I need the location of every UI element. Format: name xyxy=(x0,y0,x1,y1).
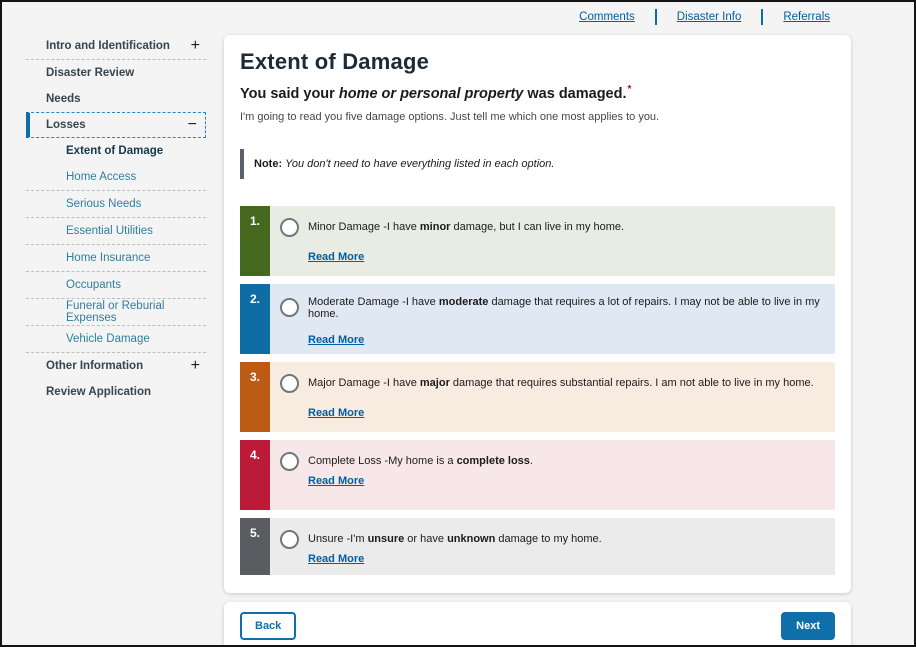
sidebar-item-label: Home Insurance xyxy=(66,252,150,264)
damage-option-row-1: 1. Minor Damage -I have minor damage, bu… xyxy=(240,206,835,276)
sidebar-item-other-information[interactable]: Other Information + xyxy=(26,353,206,379)
back-button[interactable]: Back xyxy=(240,612,296,640)
expand-collapse-icon[interactable]: + xyxy=(191,358,200,374)
note-box: Note:You don't need to have everything l… xyxy=(240,149,835,179)
question-suffix: was damaged. xyxy=(523,86,626,102)
option-description: Minor Damage -I have minor damage, but I… xyxy=(308,221,624,233)
option-number-tab: 3. xyxy=(240,362,270,432)
damage-option-choice[interactable]: Complete Loss -My home is a complete los… xyxy=(280,452,825,471)
damage-option-row-5: 5. Unsure -I'm unsure or have unknown da… xyxy=(240,518,835,575)
top-nav-link-disaster-info[interactable]: Disaster Info xyxy=(677,11,742,23)
note-label: Note: xyxy=(254,158,282,170)
option-number: 5. xyxy=(250,526,260,540)
read-more-link[interactable]: Read More xyxy=(308,334,364,346)
damage-option-choice[interactable]: Unsure -I'm unsure or have unknown damag… xyxy=(280,530,825,549)
read-more-link[interactable]: Read More xyxy=(308,475,364,487)
sidebar: Intro and Identification + Disaster Revi… xyxy=(26,33,206,405)
option-number: 3. xyxy=(250,370,260,384)
sidebar-item-label: Occupants xyxy=(66,279,121,291)
question-text: You said your home or personal property … xyxy=(240,84,835,102)
radio-button-icon[interactable] xyxy=(280,530,299,549)
sidebar-item-extent-of-damage[interactable]: Extent of Damage xyxy=(26,138,206,164)
nav-divider xyxy=(761,9,763,25)
option-description: Complete Loss -My home is a complete los… xyxy=(308,455,533,467)
app-window: Comments Disaster Info Referrals Intro and… xyxy=(0,0,916,647)
page-title: Extent of Damage xyxy=(240,49,835,75)
top-nav: Comments Disaster Info Referrals xyxy=(579,9,830,25)
note-text: You don't need to have everything listed… xyxy=(285,158,554,170)
sidebar-item-label: Other Information xyxy=(46,360,143,372)
radio-button-icon[interactable] xyxy=(280,298,299,317)
option-number: 2. xyxy=(250,292,260,306)
sidebar-item-needs[interactable]: Needs xyxy=(26,86,206,112)
sidebar-item-serious-needs[interactable]: Serious Needs xyxy=(26,191,206,217)
sidebar-item-vehicle-damage[interactable]: Vehicle Damage xyxy=(26,326,206,352)
top-nav-link-comments[interactable]: Comments xyxy=(579,11,635,23)
footer-bar: Back Next xyxy=(224,602,851,647)
question-prefix: You said your xyxy=(240,86,339,102)
sidebar-item-intro-and-identification[interactable]: Intro and Identification + xyxy=(26,33,206,59)
note-accent-bar xyxy=(240,149,244,179)
sidebar-item-label: Review Application xyxy=(46,386,151,398)
option-number: 4. xyxy=(250,448,260,462)
option-description: Unsure -I'm unsure or have unknown damag… xyxy=(308,533,602,545)
option-number-tab: 1. xyxy=(240,206,270,276)
next-button[interactable]: Next xyxy=(781,612,835,640)
expand-collapse-icon[interactable]: + xyxy=(191,38,200,54)
question-italic-phrase: home or personal property xyxy=(339,86,524,102)
damage-option-row-2: 2. Moderate Damage -I have moderate dama… xyxy=(240,284,835,354)
damage-option-row-3: 3. Major Damage -I have major damage tha… xyxy=(240,362,835,432)
option-number: 1. xyxy=(250,214,260,228)
radio-button-icon[interactable] xyxy=(280,374,299,393)
sidebar-item-label: Extent of Damage xyxy=(66,145,163,157)
read-more-link[interactable]: Read More xyxy=(308,553,364,565)
radio-button-icon[interactable] xyxy=(280,452,299,471)
sidebar-item-review-application[interactable]: Review Application xyxy=(26,379,206,405)
read-more-link[interactable]: Read More xyxy=(308,251,364,263)
option-description: Moderate Damage -I have moderate damage … xyxy=(308,296,825,320)
sidebar-item-losses[interactable]: Losses − xyxy=(26,112,206,138)
sidebar-item-disaster-review[interactable]: Disaster Review xyxy=(26,60,206,86)
main-card: Extent of Damage You said your home or p… xyxy=(224,35,851,593)
required-asterisk: * xyxy=(628,84,632,95)
read-more-link[interactable]: Read More xyxy=(308,407,364,419)
expand-collapse-icon[interactable]: − xyxy=(188,117,197,133)
sidebar-item-label: Needs xyxy=(46,93,81,105)
sidebar-item-label: Losses xyxy=(46,119,86,131)
damage-option-choice[interactable]: Moderate Damage -I have moderate damage … xyxy=(280,296,825,320)
option-description: Major Damage -I have major damage that r… xyxy=(308,377,814,389)
sidebar-item-funeral-or-reburial-expenses[interactable]: Funeral or Reburial Expenses xyxy=(26,299,206,325)
damage-option-row-4: 4. Complete Loss -My home is a complete … xyxy=(240,440,835,510)
sidebar-item-label: Disaster Review xyxy=(46,67,134,79)
sidebar-item-label: Funeral or Reburial Expenses xyxy=(66,300,200,324)
option-number-tab: 4. xyxy=(240,440,270,510)
sidebar-item-home-access[interactable]: Home Access xyxy=(26,164,206,190)
damage-option-choice[interactable]: Minor Damage -I have minor damage, but I… xyxy=(280,218,825,237)
option-number-tab: 5. xyxy=(240,518,270,575)
radio-button-icon[interactable] xyxy=(280,218,299,237)
sidebar-item-label: Intro and Identification xyxy=(46,40,170,52)
sidebar-item-label: Serious Needs xyxy=(66,198,141,210)
sidebar-item-essential-utilities[interactable]: Essential Utilities xyxy=(26,218,206,244)
sidebar-item-label: Vehicle Damage xyxy=(66,333,150,345)
option-number-tab: 2. xyxy=(240,284,270,354)
damage-option-choice[interactable]: Major Damage -I have major damage that r… xyxy=(280,374,825,393)
top-nav-link-referrals[interactable]: Referrals xyxy=(783,11,830,23)
sidebar-item-label: Home Access xyxy=(66,171,136,183)
damage-options-list: 1. Minor Damage -I have minor damage, bu… xyxy=(240,206,835,575)
nav-divider xyxy=(655,9,657,25)
sidebar-item-home-insurance[interactable]: Home Insurance xyxy=(26,245,206,271)
sidebar-item-label: Essential Utilities xyxy=(66,225,153,237)
instruction-text: I'm going to read you five damage option… xyxy=(240,111,835,123)
sidebar-item-occupants[interactable]: Occupants xyxy=(26,272,206,298)
